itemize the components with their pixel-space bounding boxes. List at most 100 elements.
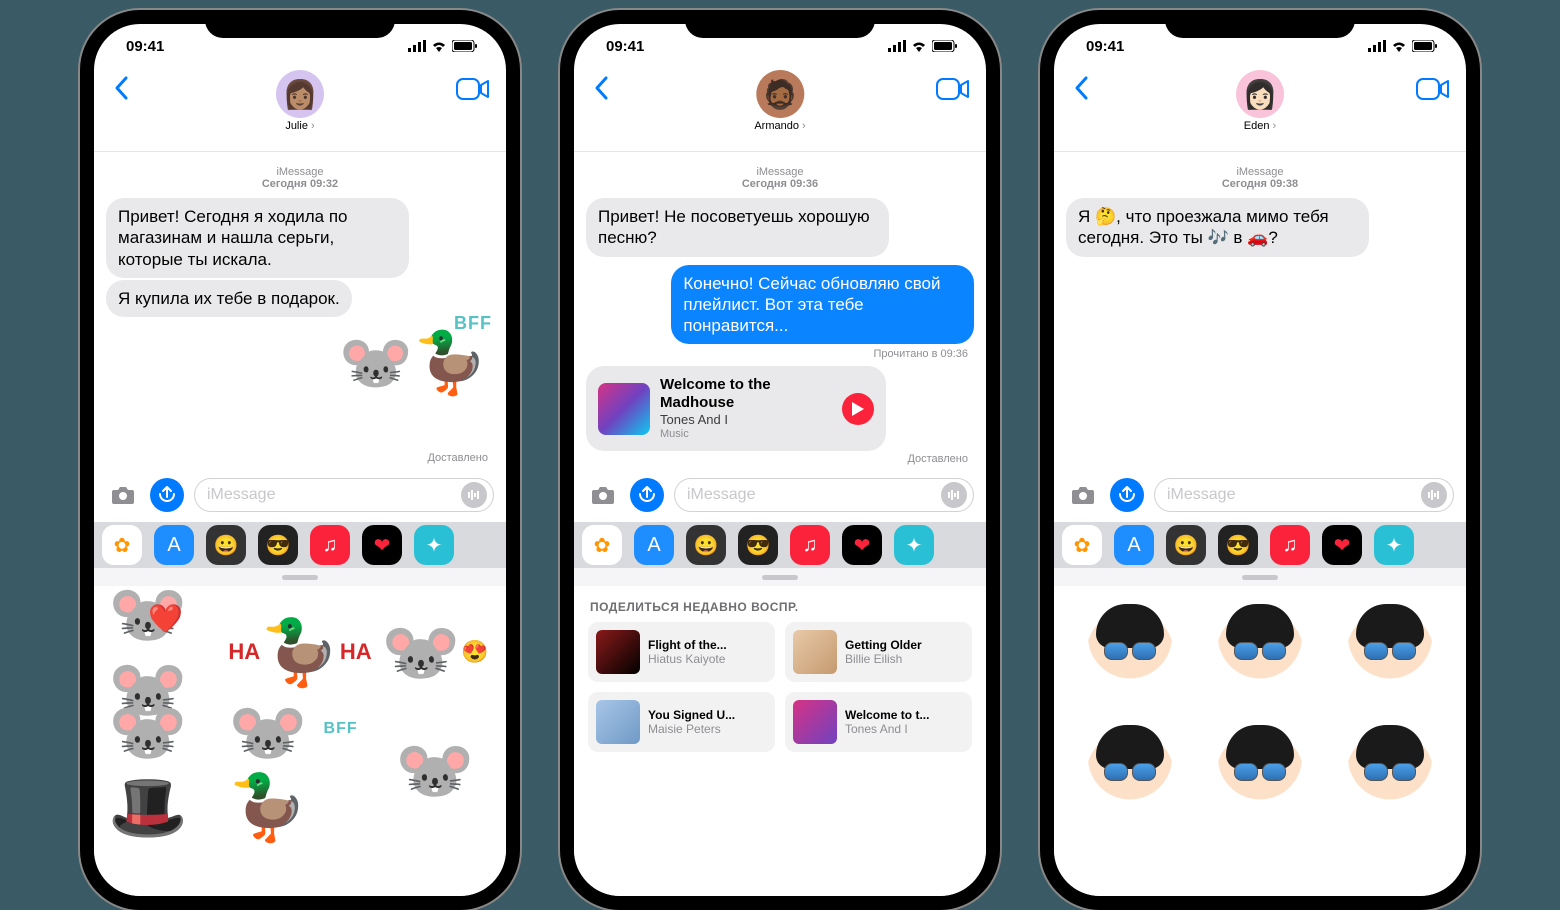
- status-indicators: [408, 40, 478, 52]
- contact-header[interactable]: 🧔🏾 Armando: [754, 70, 805, 132]
- app-memoji2[interactable]: 😎: [258, 525, 298, 565]
- phone-julie: 09:41 👩🏽 Julie: [80, 10, 520, 910]
- album-art: [793, 700, 837, 744]
- music-share-item[interactable]: Flight of the...Hiatus Kaiyote: [588, 622, 775, 682]
- dictation-button[interactable]: [941, 482, 967, 508]
- message-input[interactable]: iMessage: [194, 478, 494, 512]
- facetime-button[interactable]: [936, 76, 970, 102]
- track-artist: Hiatus Kaiyote: [648, 652, 727, 666]
- app-photos[interactable]: ✿: [1062, 525, 1102, 565]
- message-input[interactable]: iMessage: [1154, 478, 1454, 512]
- memoji-item[interactable]: [1328, 717, 1452, 832]
- app-music[interactable]: ♫: [790, 525, 830, 565]
- app-music[interactable]: ♫: [1270, 525, 1310, 565]
- camera-button[interactable]: [586, 478, 620, 512]
- app-stickers[interactable]: ✦: [1374, 525, 1414, 565]
- app-music[interactable]: ♫: [310, 525, 350, 565]
- app-appstore[interactable]: A: [1114, 525, 1154, 565]
- contact-header[interactable]: 👩🏽 Julie: [276, 70, 324, 132]
- timestamp-header: iMessage Сегодня 09:38: [1066, 166, 1454, 190]
- music-share-item[interactable]: Getting OlderBillie Eilish: [785, 622, 972, 682]
- sticker-item[interactable]: 🐭😍: [378, 596, 492, 708]
- app-fitness[interactable]: ❤: [362, 525, 402, 565]
- sticker-item[interactable]: HA🦆HA: [228, 596, 371, 708]
- notch: [205, 10, 395, 38]
- message-incoming[interactable]: Я купила их тебе в подарок.: [106, 280, 352, 317]
- back-button[interactable]: [586, 72, 616, 104]
- sticker-item[interactable]: 🐭: [378, 714, 492, 826]
- contact-header[interactable]: 👩🏻 Eden: [1236, 70, 1284, 132]
- sticker-outgoing[interactable]: BFF 🐭🦆: [339, 327, 488, 398]
- facetime-button[interactable]: [456, 76, 490, 102]
- memoji-item[interactable]: [1328, 596, 1452, 711]
- app-fitness[interactable]: ❤: [1322, 525, 1362, 565]
- app-appstore[interactable]: A: [634, 525, 674, 565]
- app-strip[interactable]: ✿ A 😀 😎 ♫ ❤ ✦: [574, 522, 986, 568]
- memoji-item[interactable]: [1198, 596, 1322, 711]
- app-memoji1[interactable]: 😀: [206, 525, 246, 565]
- sticker-drawer[interactable]: ❤️🐭🐭 HA🦆HA 🐭😍 🐭🎩 BFF🐭🦆 🐭: [94, 586, 506, 896]
- message-input[interactable]: iMessage: [674, 478, 974, 512]
- message-incoming[interactable]: Привет! Не посоветуешь хорошую песню?: [586, 198, 889, 257]
- camera-button[interactable]: [106, 478, 140, 512]
- music-drawer[interactable]: ПОДЕЛИТЬСЯ НЕДАВНО ВОСПР. Flight of the.…: [574, 586, 986, 896]
- app-fitness[interactable]: ❤: [842, 525, 882, 565]
- memoji-grid: [1054, 586, 1466, 842]
- contact-name: Julie: [276, 120, 324, 132]
- wifi-icon: [911, 40, 927, 52]
- input-row: iMessage: [1054, 474, 1466, 522]
- notch: [1165, 10, 1355, 38]
- track-artist: Tones And I: [845, 722, 929, 736]
- screen: 09:41 👩🏻 Eden iMessage Сегодня 09:38 Я 🤔…: [1054, 24, 1466, 896]
- app-memoji2[interactable]: 😎: [738, 525, 778, 565]
- app-strip[interactable]: ✿ A 😀 😎 ♫ ❤ ✦: [94, 522, 506, 568]
- apps-button[interactable]: [1110, 478, 1144, 512]
- app-memoji1[interactable]: 😀: [686, 525, 726, 565]
- drawer-grabber-row[interactable]: [1054, 568, 1466, 586]
- screen: 09:41 👩🏽 Julie: [94, 24, 506, 896]
- grabber-icon: [762, 575, 798, 580]
- memoji-item[interactable]: [1068, 717, 1192, 832]
- app-memoji1[interactable]: 😀: [1166, 525, 1206, 565]
- app-stickers[interactable]: ✦: [894, 525, 934, 565]
- drawer-grabber-row[interactable]: [94, 568, 506, 586]
- facetime-button[interactable]: [1416, 76, 1450, 102]
- apps-button[interactable]: [150, 478, 184, 512]
- sticker-grid: ❤️🐭🐭 HA🦆HA 🐭😍 🐭🎩 BFF🐭🦆 🐭: [94, 586, 506, 836]
- drawer-grabber-row[interactable]: [574, 568, 986, 586]
- message-incoming[interactable]: Я 🤔, что проезжала мимо тебя сегодня. Эт…: [1066, 198, 1369, 257]
- apps-button[interactable]: [630, 478, 664, 512]
- memoji-item[interactable]: [1198, 717, 1322, 832]
- sticker-item[interactable]: 🐭🎩: [108, 714, 222, 826]
- play-button[interactable]: [842, 393, 874, 425]
- message-incoming[interactable]: Привет! Сегодня я ходила по магазинам и …: [106, 198, 409, 278]
- message-outgoing[interactable]: Конечно! Сейчас обновляю свой плейлист. …: [671, 265, 974, 345]
- app-appstore[interactable]: A: [154, 525, 194, 565]
- sticker-item[interactable]: BFF🐭🦆: [228, 714, 371, 826]
- message-list[interactable]: iMessage Сегодня 09:38 Я 🤔, что проезжал…: [1054, 152, 1466, 474]
- dictation-button[interactable]: [1421, 482, 1447, 508]
- memoji-drawer[interactable]: [1054, 586, 1466, 896]
- wifi-icon: [1391, 40, 1407, 52]
- memoji-item[interactable]: [1068, 596, 1192, 711]
- message-list[interactable]: iMessage Сегодня 09:32 Привет! Сегодня я…: [94, 152, 506, 474]
- back-button[interactable]: [1066, 72, 1096, 104]
- album-art: [598, 383, 650, 435]
- music-share-item[interactable]: You Signed U...Maisie Peters: [588, 692, 775, 752]
- music-artist: Tones And I: [660, 412, 832, 428]
- dictation-button[interactable]: [461, 482, 487, 508]
- app-memoji2[interactable]: 😎: [1218, 525, 1258, 565]
- app-photos[interactable]: ✿: [102, 525, 142, 565]
- app-stickers[interactable]: ✦: [414, 525, 454, 565]
- camera-button[interactable]: [1066, 478, 1100, 512]
- back-button[interactable]: [106, 72, 136, 104]
- music-attachment[interactable]: Welcome to the Madhouse Tones And I Musi…: [586, 366, 886, 451]
- contact-avatar: 🧔🏾: [756, 70, 804, 118]
- app-photos[interactable]: ✿: [582, 525, 622, 565]
- nav-bar: 🧔🏾 Armando: [574, 68, 986, 152]
- message-list[interactable]: iMessage Сегодня 09:36 Привет! Не посове…: [574, 152, 986, 474]
- grabber-icon: [282, 575, 318, 580]
- app-strip[interactable]: ✿ A 😀 😎 ♫ ❤ ✦: [1054, 522, 1466, 568]
- sticker-item[interactable]: ❤️🐭🐭: [108, 596, 222, 708]
- music-share-item[interactable]: Welcome to t...Tones And I: [785, 692, 972, 752]
